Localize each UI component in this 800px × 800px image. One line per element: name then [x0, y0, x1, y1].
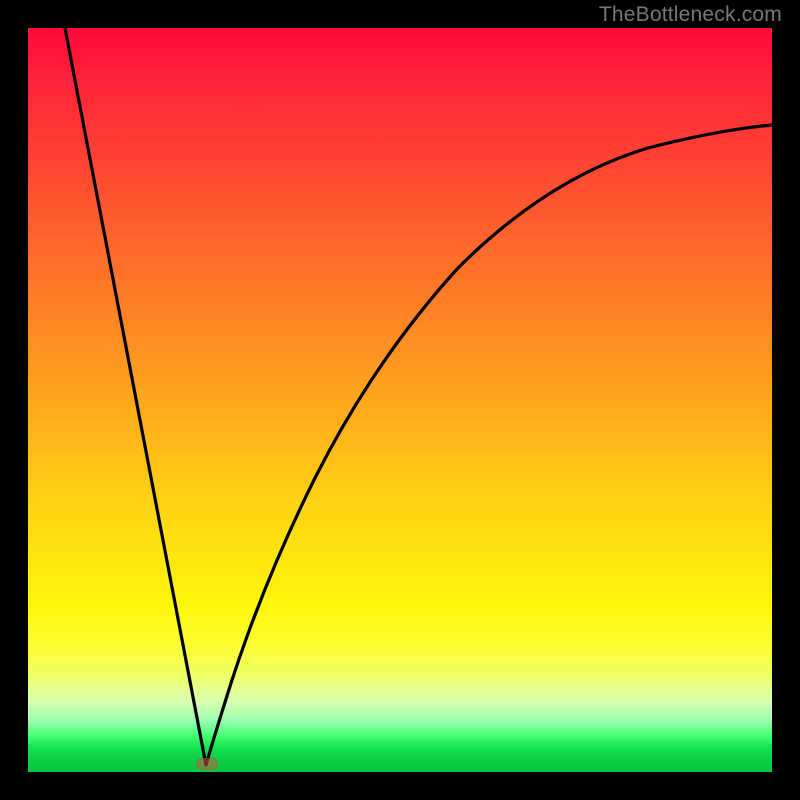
bottleneck-curve	[28, 28, 772, 772]
cusp-marker	[196, 758, 218, 770]
chart-frame: TheBottleneck.com	[0, 0, 800, 800]
curve-path	[65, 28, 772, 765]
plot-area	[28, 28, 772, 772]
watermark-text: TheBottleneck.com	[599, 3, 782, 27]
